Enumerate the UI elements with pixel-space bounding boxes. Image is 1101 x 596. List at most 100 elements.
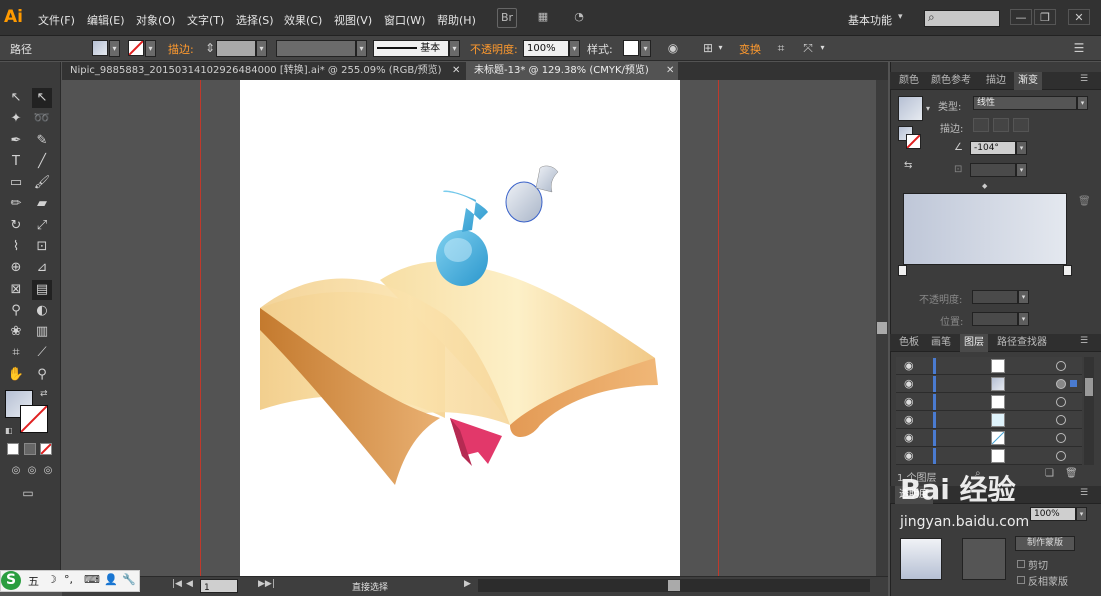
opacity-label[interactable]: 不透明度: — [470, 41, 518, 57]
vertical-scroll-thumb[interactable] — [877, 322, 887, 334]
free-transform-icon[interactable]: ⊡ — [32, 237, 52, 257]
wrench-icon[interactable]: 🔧 — [122, 573, 136, 586]
gradient-stop-left[interactable] — [898, 265, 907, 276]
tab-color[interactable]: 颜色 — [895, 72, 923, 90]
punctuation-icon[interactable]: °, — [64, 573, 73, 586]
make-mask-button[interactable]: 制作蒙版 — [1015, 536, 1075, 551]
aspect-ratio-dropdown[interactable]: ▾ — [1016, 163, 1027, 177]
magic-wand-icon[interactable]: ✦ — [6, 109, 26, 129]
pencil-icon[interactable]: ✏ — [6, 194, 26, 214]
moon-icon[interactable]: ☽ — [47, 573, 57, 586]
type-tool-icon[interactable]: T — [6, 152, 26, 172]
mask-thumbnail[interactable] — [962, 538, 1006, 580]
eraser-icon[interactable]: ▰ — [32, 194, 52, 214]
default-colors-icon[interactable]: ◧ — [5, 426, 13, 435]
transparency-panel-menu-icon[interactable]: ☰ — [1080, 488, 1088, 498]
arrange-documents-icon[interactable]: ▦ — [533, 8, 553, 28]
curvature-tool-icon[interactable]: ✎ — [32, 131, 52, 151]
selection-tool-icon[interactable]: ↖ — [6, 88, 26, 108]
tab-pathfinder[interactable]: 路径查找器 — [993, 334, 1051, 352]
layer-target-icon[interactable] — [1056, 451, 1066, 461]
transform-link[interactable]: 变换 — [739, 41, 761, 57]
layer-row[interactable] — [896, 411, 1082, 429]
stroke-weight-field[interactable] — [216, 40, 256, 57]
visibility-eye-icon[interactable]: ◉ — [904, 449, 914, 462]
menu-view[interactable]: 视图(V) — [334, 12, 372, 28]
transform-options-dropdown[interactable]: ▾ — [817, 40, 828, 57]
gradient-panel-menu-icon[interactable]: ☰ — [1080, 74, 1088, 84]
gradient-presets-arrow[interactable]: ▾ — [926, 104, 930, 113]
visibility-eye-icon[interactable]: ◉ — [904, 395, 914, 408]
recolor-icon[interactable]: ◉ — [664, 40, 682, 57]
isolate-icon[interactable]: ⌗ — [772, 40, 790, 57]
menu-help[interactable]: 帮助(H) — [437, 12, 476, 28]
none-mode-icon[interactable] — [40, 443, 52, 455]
panel-menu-icon[interactable]: ☰ — [1070, 40, 1088, 57]
stop-opacity-field[interactable] — [972, 290, 1018, 304]
mesh-tool-icon[interactable]: ⊠ — [6, 280, 26, 300]
variable-width-profile[interactable] — [276, 40, 356, 57]
visibility-eye-icon[interactable]: ◉ — [904, 431, 914, 444]
tab-color-guide[interactable]: 颜色参考 — [927, 72, 975, 90]
zoom-tool-icon[interactable]: ⚲ — [32, 365, 52, 385]
gradient-tool-icon[interactable]: ▤ — [32, 280, 52, 300]
first-artboard-icon[interactable]: |◀ — [172, 579, 182, 589]
menu-object[interactable]: 对象(O) — [136, 12, 175, 28]
stroke-gradient-within-icon[interactable] — [973, 118, 989, 132]
rotate-tool-icon[interactable]: ↻ — [6, 216, 26, 236]
align-dropdown[interactable]: ▾ — [715, 40, 726, 57]
angle-dropdown[interactable]: ▾ — [1016, 141, 1027, 155]
screen-mode-icon[interactable]: ▭ — [18, 483, 38, 503]
tab-layers[interactable]: 图层 — [960, 334, 988, 352]
aspect-ratio-field[interactable] — [970, 163, 1016, 177]
tab-close-icon[interactable]: ✕ — [452, 65, 460, 76]
tab-stroke[interactable]: 描边 — [982, 72, 1010, 90]
gradient-thumbnail[interactable] — [898, 96, 923, 121]
delete-layer-icon[interactable]: 🗑 — [1065, 468, 1078, 479]
help-search-input[interactable] — [924, 10, 1000, 27]
bridge-icon[interactable]: Br — [497, 8, 517, 28]
menu-edit[interactable]: 编辑(E) — [87, 12, 125, 28]
brush-dropdown[interactable]: ▾ — [449, 40, 460, 57]
layer-row[interactable] — [896, 357, 1082, 375]
swap-colors-icon[interactable]: ⇄ — [40, 389, 48, 399]
layer-row[interactable] — [896, 429, 1082, 447]
menu-select[interactable]: 选择(S) — [236, 12, 274, 28]
restore-button[interactable]: ❐ — [1034, 9, 1056, 25]
shape-builder-icon[interactable]: ⊕ — [6, 258, 26, 278]
tab-close-icon[interactable]: ✕ — [666, 65, 674, 76]
tab-nipic-document[interactable]: Nipic_9885883_20150314102926484000 [转换].… — [62, 62, 465, 80]
minimize-button[interactable]: — — [1010, 9, 1032, 25]
eyedropper-icon[interactable]: ⚲ — [6, 301, 26, 321]
layer-row[interactable] — [896, 447, 1082, 465]
tab-gradient[interactable]: 渐变 — [1014, 72, 1042, 90]
delete-stop-icon[interactable]: 🗑 — [1078, 196, 1091, 207]
brush-definition[interactable]: 基本 — [373, 40, 449, 57]
rectangle-tool-icon[interactable]: ▭ — [6, 173, 26, 193]
opacity-dropdown[interactable]: ▾ — [569, 40, 580, 57]
stroke-dropdown[interactable]: ▾ — [145, 40, 156, 57]
gradient-type-dropdown[interactable]: ▾ — [1077, 96, 1088, 110]
hand-tool-icon[interactable]: ✋ — [6, 365, 26, 385]
artboard-tool-icon[interactable]: ⌗ — [6, 343, 26, 363]
graphic-style-dropdown[interactable]: ▾ — [640, 40, 651, 57]
stroke-gradient-along-icon[interactable] — [993, 118, 1009, 132]
workspace-dropdown-arrow[interactable]: ▾ — [898, 12, 903, 22]
fill-swatch[interactable] — [92, 40, 108, 56]
layer-target-icon[interactable] — [1056, 361, 1066, 371]
user-icon[interactable]: 👤 — [104, 573, 118, 586]
gradient-stroke-icon[interactable] — [906, 134, 921, 149]
sogou-logo-icon[interactable]: S — [1, 571, 21, 590]
close-button[interactable]: ✕ — [1068, 9, 1090, 25]
slice-tool-icon[interactable]: ⟋ — [32, 343, 52, 363]
paintbrush-icon[interactable]: 🖌 — [32, 173, 52, 193]
visibility-eye-icon[interactable]: ◉ — [904, 377, 914, 390]
invert-mask-checkbox[interactable] — [1017, 576, 1025, 584]
tab-swatches[interactable]: 色板 — [895, 334, 923, 352]
layer-row[interactable] — [896, 393, 1082, 411]
stroke-gradient-across-icon[interactable] — [1013, 118, 1029, 132]
stop-position-dropdown[interactable]: ▾ — [1018, 312, 1029, 326]
color-mode-icon[interactable] — [7, 443, 19, 455]
stroke-swatch[interactable] — [128, 40, 144, 56]
layer-target-icon[interactable] — [1056, 379, 1066, 389]
